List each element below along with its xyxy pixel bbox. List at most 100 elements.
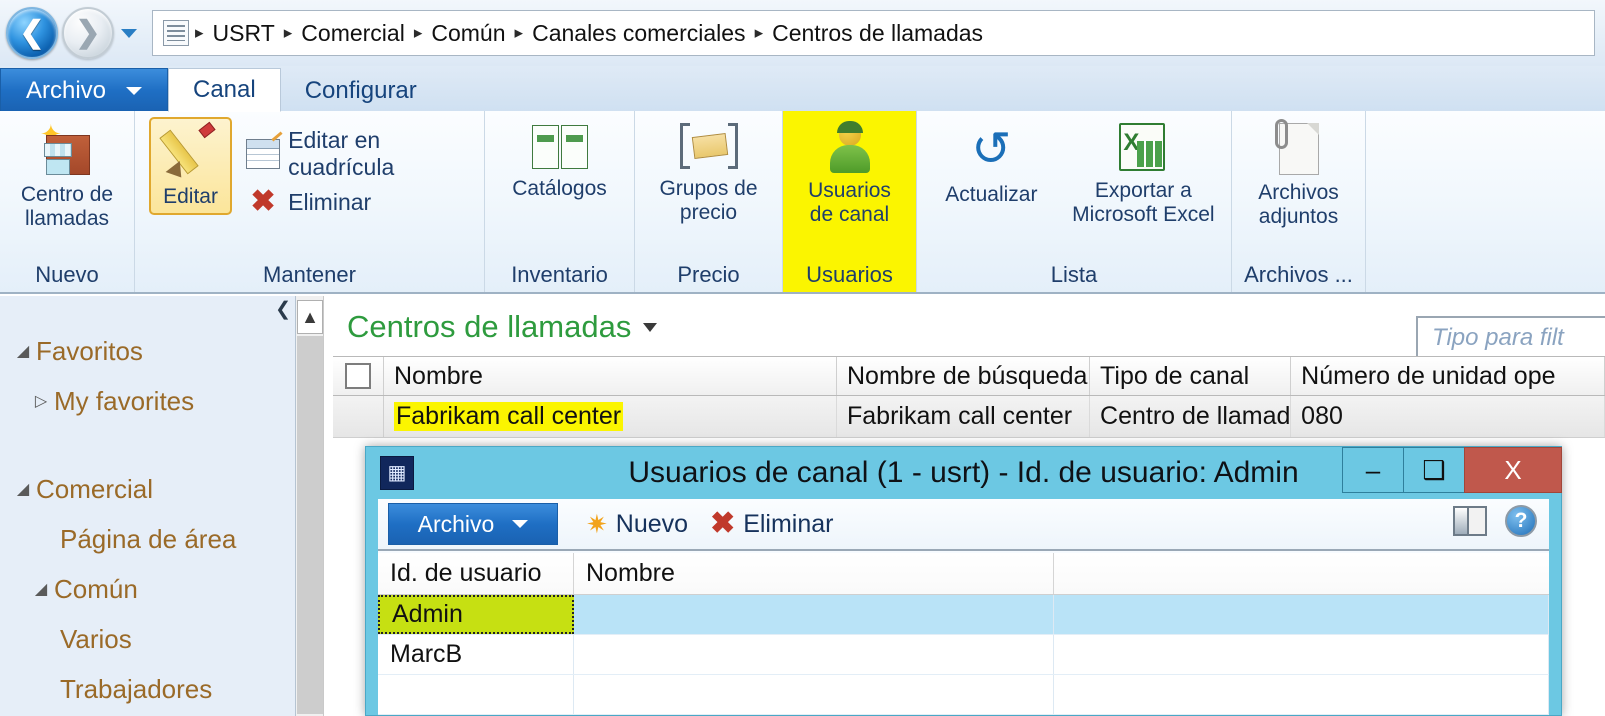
button-eliminar-label: Eliminar — [288, 188, 372, 215]
column-header-nombre[interactable]: Nombre — [574, 553, 1054, 594]
column-header-id-de-usuario[interactable]: Id. de usuario — [378, 553, 574, 594]
ribbon-group-precio: Grupos de precio Precio — [635, 111, 783, 292]
sidebar-item-comun[interactable]: ◢ Común — [0, 564, 295, 614]
dialog-toolbar: Archivo ✷ Nuevo ✖ Eliminar ? — [378, 499, 1549, 551]
sidebar-item-my-favorites[interactable]: ▷ My favorites — [0, 376, 295, 426]
breadcrumb[interactable]: ▸ USRT ▸ Comercial ▸ Común ▸ Canales com… — [152, 10, 1595, 56]
button-usuarios-de-canal-label-2: de canal — [809, 202, 890, 226]
dialog-eliminar-button[interactable]: ✖ Eliminar — [710, 509, 833, 539]
sidebar-item-comercial-label: Comercial — [36, 473, 154, 504]
breadcrumb-item-comun[interactable]: Común — [424, 20, 512, 47]
expander-expanded-icon[interactable]: ◢ — [28, 579, 54, 599]
cell-nombre[interactable]: Fabrikam call center — [384, 396, 837, 437]
sidebar-item-trabajadores[interactable]: Trabajadores — [0, 664, 295, 714]
cell-nombre-de-busqueda[interactable]: Fabrikam call center — [837, 396, 1091, 437]
button-grupos-de-precio[interactable]: Grupos de precio — [647, 117, 771, 224]
column-header-blank — [1054, 553, 1549, 594]
cell-id-de-usuario[interactable]: Admin — [378, 595, 574, 634]
table-row[interactable]: Fabrikam call center Fabrikam call cente… — [333, 396, 1605, 438]
cell-numero-de-unidad[interactable]: 080 — [1291, 396, 1605, 437]
list-item[interactable]: MarcB — [378, 635, 1549, 675]
button-exportar-a-microsoft-excel[interactable]: X Exportar a Microsoft Excel — [1064, 117, 1223, 226]
list-item[interactable] — [378, 675, 1549, 715]
breadcrumb-item-usrt[interactable]: USRT — [206, 20, 282, 47]
button-editar[interactable]: Editar — [149, 117, 233, 215]
breadcrumb-item-comercial[interactable]: Comercial — [294, 20, 412, 47]
cell-id-de-usuario[interactable] — [378, 675, 574, 714]
history-dropdown-icon[interactable] — [120, 24, 138, 42]
navigation-buttons: ❮ ❯ — [0, 7, 138, 59]
column-header-nombre-de-busqueda[interactable]: Nombre de búsqueda — [837, 357, 1091, 395]
cell-nombre[interactable] — [574, 635, 1054, 674]
button-centro-de-llamadas-label-1: Centro de — [20, 183, 114, 206]
expander-expanded-icon[interactable]: ◢ — [10, 341, 36, 361]
page-title: Centros de llamadas — [347, 309, 632, 344]
sidebar-item-comercial[interactable]: ◢ Comercial — [0, 464, 295, 514]
sidebar-item-varios[interactable]: Varios — [0, 614, 295, 664]
scroll-up-icon[interactable]: ▲ — [297, 300, 323, 334]
sidebar-item-favoritos-label: Favoritos — [36, 335, 143, 366]
row-checkbox-cell[interactable] — [333, 396, 384, 437]
cell-tipo-de-canal[interactable]: Centro de llamadas — [1090, 396, 1292, 437]
search-input[interactable]: Tipo para filt — [1416, 316, 1605, 360]
collapse-left-icon[interactable]: ❮ — [275, 298, 291, 321]
button-catalogos[interactable]: Catálogos — [498, 117, 622, 201]
navigation-scrollbar[interactable]: ▲ — [296, 296, 324, 716]
chevron-down-icon[interactable] — [643, 322, 658, 332]
scrollbar-thumb[interactable] — [297, 336, 323, 714]
breadcrumb-item-canales-comerciales[interactable]: Canales comerciales — [525, 20, 752, 47]
price-tag-icon — [679, 121, 738, 173]
dialog-nuevo-button[interactable]: ✷ Nuevo — [586, 510, 688, 539]
breadcrumb-item-centros-de-llamadas[interactable]: Centros de llamadas — [765, 20, 990, 47]
button-archivos-adjuntos[interactable]: Archivos adjuntos — [1237, 117, 1361, 228]
red-x-icon: ✖ — [710, 507, 736, 540]
list-item[interactable]: Admin — [378, 595, 1549, 635]
tab-archivo[interactable]: Archivo — [0, 68, 168, 112]
button-usuarios-de-canal[interactable]: Usuarios de canal — [788, 117, 912, 226]
button-actualizar-label: Actualizar — [945, 183, 1038, 206]
breadcrumb-separator-0: ▸ — [195, 23, 204, 42]
back-arrow-icon[interactable]: ❮ — [6, 7, 58, 59]
tab-configurar[interactable]: Configurar — [281, 70, 441, 112]
button-eliminar[interactable]: ✖ Eliminar — [246, 185, 476, 219]
grid-header-row: Nombre Nombre de búsqueda Tipo de canal … — [333, 356, 1605, 396]
column-header-tipo-de-canal[interactable]: Tipo de canal — [1090, 357, 1292, 395]
button-centro-de-llamadas[interactable]: ✦ Centro de llamadas — [5, 117, 129, 230]
button-editar-en-cuadricula[interactable]: Editar en cuadrícula — [246, 127, 476, 181]
ribbon-empty-area — [1366, 111, 1605, 292]
cell-blank — [1054, 675, 1549, 714]
dialog-archivo-button[interactable]: Archivo — [388, 503, 558, 545]
tab-archivo-label: Archivo — [25, 76, 107, 104]
mantener-small-buttons: Editar en cuadrícula ✖ Eliminar — [246, 117, 476, 223]
forward-arrow-icon[interactable]: ❯ — [62, 7, 114, 59]
pencil-icon — [158, 121, 220, 184]
window-buttons: – ❑ X — [1342, 447, 1562, 493]
column-header-numero-de-unidad[interactable]: Número de unidad ope — [1291, 357, 1605, 395]
cell-id-de-usuario[interactable]: MarcB — [378, 635, 574, 674]
dialog-titlebar[interactable]: ▦ Usuarios de canal (1 - usrt) - Id. de … — [366, 447, 1562, 499]
column-header-nombre[interactable]: Nombre — [384, 357, 837, 395]
attachment-doc-icon — [1273, 119, 1325, 177]
close-button[interactable]: X — [1464, 447, 1562, 493]
checkbox-icon[interactable] — [344, 363, 371, 389]
tab-configurar-label: Configurar — [304, 77, 417, 104]
cell-nombre[interactable] — [574, 595, 1054, 634]
button-editar-en-cuadricula-label: Editar en cuadrícula — [288, 127, 395, 180]
layout-icon[interactable] — [1453, 506, 1487, 536]
red-x-icon: ✖ — [250, 185, 276, 218]
cell-id-de-usuario-text: Admin — [392, 600, 463, 628]
expander-expanded-icon[interactable]: ◢ — [10, 479, 36, 499]
button-usuarios-de-canal-label-1: Usuarios — [808, 179, 891, 202]
maximize-button[interactable]: ❑ — [1403, 447, 1465, 493]
tab-canal[interactable]: Canal — [168, 68, 281, 112]
sidebar-item-pagina-de-area[interactable]: Página de área — [0, 514, 295, 564]
select-all-checkbox-cell[interactable] — [333, 357, 384, 395]
minimize-button[interactable]: – — [1342, 447, 1404, 493]
sidebar-item-favoritos[interactable]: ◢ Favoritos — [0, 326, 295, 376]
usuarios-de-canal-dialog: ▦ Usuarios de canal (1 - usrt) - Id. de … — [365, 446, 1562, 716]
help-icon[interactable]: ? — [1505, 505, 1537, 537]
cell-nombre[interactable] — [574, 675, 1054, 714]
button-actualizar[interactable]: ↺ Actualizar — [925, 117, 1058, 207]
expander-collapsed-icon[interactable]: ▷ — [28, 391, 54, 411]
